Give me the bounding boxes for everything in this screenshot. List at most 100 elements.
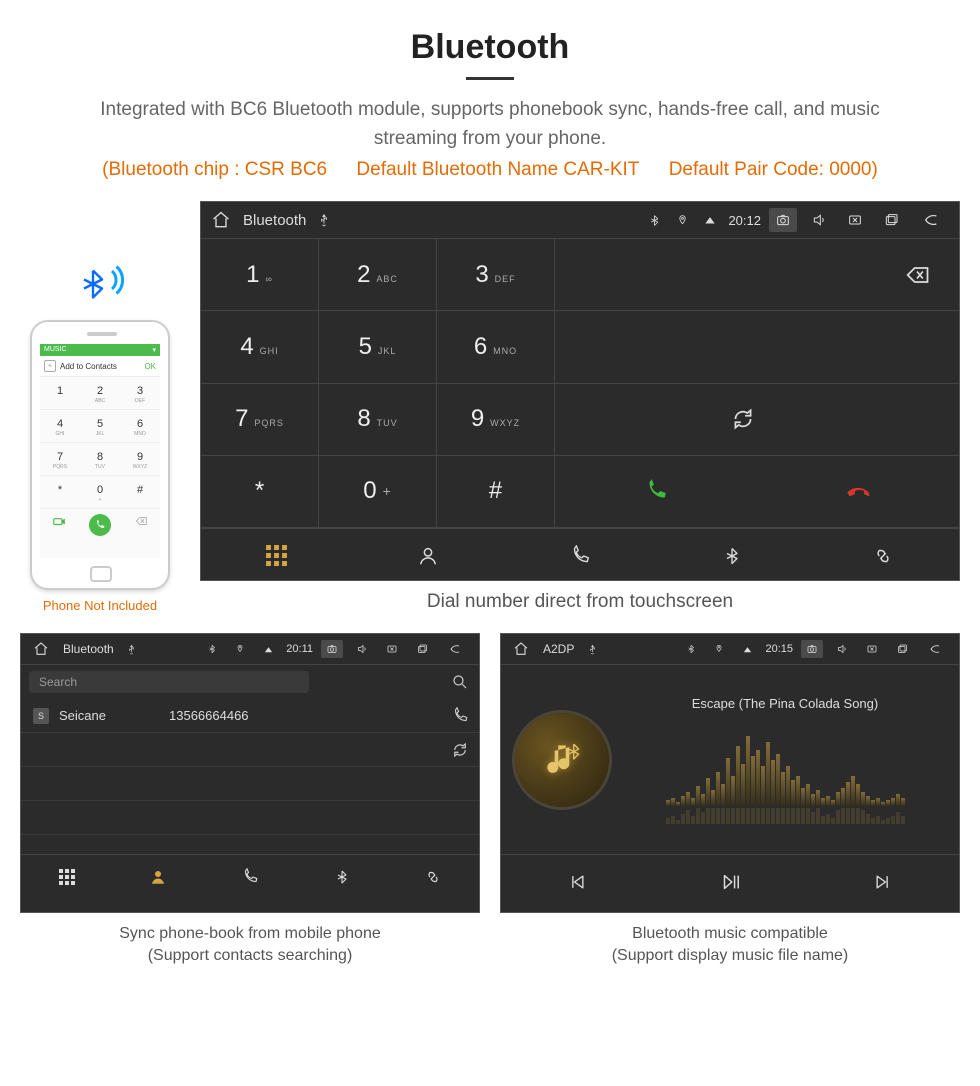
dial-key-7[interactable]: 7PQRS	[201, 384, 319, 456]
headunit-music: A2DP 20:15 Escape (The Pina Colada Song)	[500, 633, 960, 913]
backspace-button[interactable]	[555, 239, 959, 311]
call-button[interactable]	[643, 478, 669, 504]
nav-bluetooth[interactable]	[656, 529, 808, 582]
dial-key-*[interactable]: *	[201, 456, 319, 528]
status-title: Bluetooth	[243, 212, 306, 229]
volume-icon[interactable]	[831, 637, 853, 661]
nav-link[interactable]	[807, 529, 959, 582]
description-text: Integrated with BC6 Bluetooth module, su…	[70, 96, 910, 153]
bluetooth-icon	[681, 639, 701, 659]
nav-contacts[interactable]	[113, 855, 205, 898]
search-input[interactable]: Search	[29, 671, 309, 693]
back-icon[interactable]	[913, 208, 949, 232]
call-controls	[555, 456, 959, 528]
nav-dialpad[interactable]	[201, 529, 353, 582]
location-icon	[709, 639, 729, 659]
nav-link[interactable]	[387, 855, 479, 898]
page-title: Bluetooth	[0, 0, 980, 67]
volume-icon[interactable]	[805, 208, 833, 232]
sync-button[interactable]	[555, 384, 959, 456]
recents-icon[interactable]	[411, 637, 433, 661]
back-icon[interactable]	[441, 637, 469, 661]
wifi-icon	[700, 210, 720, 230]
plus-icon: +	[44, 360, 56, 372]
phone-key-8: 8TUV	[80, 442, 120, 475]
dial-key-0[interactable]: 0+	[319, 456, 437, 528]
hangup-button[interactable]	[845, 478, 871, 504]
play-pause-button[interactable]	[654, 855, 807, 908]
side-call-icon[interactable]	[451, 707, 469, 725]
phone-column: MUSIC▾ + Add to Contacts OK 12ABC3DEF4GH…	[20, 266, 180, 613]
status-bar: A2DP 20:15	[501, 634, 959, 664]
dial-key-4[interactable]: 4GHI	[201, 311, 319, 383]
status-time: 20:11	[286, 643, 313, 655]
bt-name-value: Default Bluetooth Name CAR-KIT	[356, 159, 639, 180]
song-title: Escape (The Pina Colada Song)	[625, 696, 945, 711]
dialpad-icon	[59, 869, 75, 885]
location-icon	[672, 210, 692, 230]
phone-call-button	[89, 514, 111, 536]
contact-name: Seicane	[59, 708, 169, 723]
back-icon[interactable]	[921, 637, 949, 661]
close-app-icon[interactable]	[861, 637, 883, 661]
pair-code-value: Default Pair Code: 0000)	[669, 159, 878, 180]
nav-calllog[interactable]	[504, 529, 656, 582]
phone-key-6: 6MNO	[120, 409, 160, 442]
screenshot-icon[interactable]	[801, 640, 823, 658]
phone-screen: MUSIC▾ + Add to Contacts OK 12ABC3DEF4GH…	[40, 344, 160, 558]
nav-calllog[interactable]	[204, 855, 296, 898]
phone-key-5: 5JKL	[80, 409, 120, 442]
dialpad-icon	[266, 545, 287, 566]
prev-track-button[interactable]	[501, 855, 654, 908]
recents-icon[interactable]	[877, 208, 905, 232]
nav-contacts[interactable]	[353, 529, 505, 582]
dial-key-1[interactable]: 1∞	[201, 239, 319, 311]
status-time: 20:15	[765, 643, 793, 655]
side-search-icon[interactable]	[451, 673, 469, 691]
dial-key-3[interactable]: 3DEF	[437, 239, 555, 311]
phone-ok: OK	[144, 362, 156, 371]
contact-row-empty	[21, 733, 479, 767]
dial-key-9[interactable]: 9WXYZ	[437, 384, 555, 456]
contact-row[interactable]: S Seicane 13566664466	[21, 699, 479, 733]
screenshot-icon[interactable]	[321, 640, 343, 658]
caption-line2: (Support contacts searching)	[148, 947, 353, 964]
close-app-icon[interactable]	[381, 637, 403, 661]
contact-row-empty	[21, 801, 479, 835]
dial-key-6[interactable]: 6MNO	[437, 311, 555, 383]
phone-device: MUSIC▾ + Add to Contacts OK 12ABC3DEF4GH…	[30, 320, 170, 590]
album-art	[515, 713, 609, 807]
dial-key-2[interactable]: 2ABC	[319, 239, 437, 311]
close-app-icon[interactable]	[841, 208, 869, 232]
bottom-nav	[201, 528, 959, 582]
recents-icon[interactable]	[891, 637, 913, 661]
nav-dialpad[interactable]	[21, 855, 113, 898]
volume-icon[interactable]	[351, 637, 373, 661]
chip-info-line: (Bluetooth chip : CSR BC6 Default Blueto…	[0, 159, 980, 181]
usb-icon	[582, 639, 602, 659]
dial-key-8[interactable]: 8TUV	[319, 384, 437, 456]
location-icon	[230, 639, 250, 659]
next-track-button[interactable]	[806, 855, 959, 908]
bluetooth-signal-icon	[75, 266, 125, 316]
phone-key-*: *	[40, 475, 80, 508]
status-title: A2DP	[543, 642, 574, 656]
dial-key-#[interactable]: #	[437, 456, 555, 528]
headunit-phonebook: Bluetooth 20:11 Search S Seicane 1356666…	[20, 633, 480, 913]
home-icon[interactable]	[211, 210, 231, 230]
home-icon[interactable]	[511, 639, 531, 659]
phone-key-0: 0+	[80, 475, 120, 508]
phone-caption: Phone Not Included	[20, 598, 180, 613]
status-bar: Bluetooth 20:11	[21, 634, 479, 664]
phonebook-caption: Sync phone-book from mobile phone (Suppo…	[20, 923, 480, 968]
dial-key-5[interactable]: 5JKL	[319, 311, 437, 383]
side-sync-icon[interactable]	[451, 741, 469, 759]
bluetooth-icon	[644, 210, 664, 230]
dialer-caption: Dial number direct from touchscreen	[200, 591, 960, 613]
headunit-dialer: Bluetooth 20:12 1∞2ABC3DEF4GHI5JKL6MNO7P…	[200, 201, 960, 581]
nav-bluetooth[interactable]	[296, 855, 388, 898]
phone-key-1: 1	[40, 376, 80, 409]
wifi-icon	[737, 639, 757, 659]
home-icon[interactable]	[31, 639, 51, 659]
screenshot-icon[interactable]	[769, 208, 797, 232]
